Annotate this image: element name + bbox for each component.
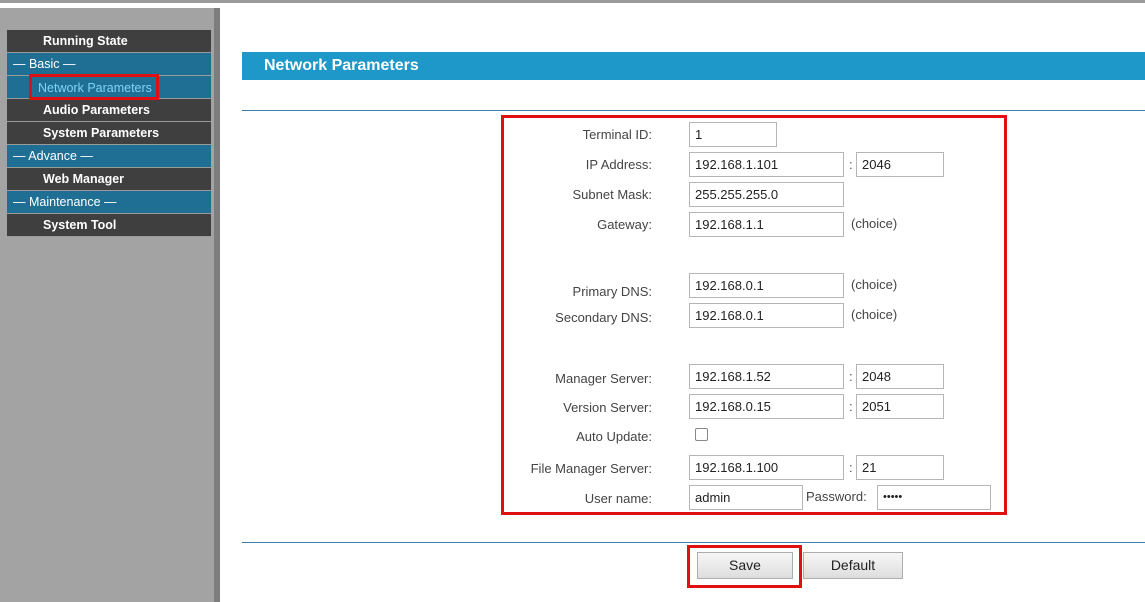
sidebar-section-maintenance: — Maintenance —: [7, 191, 211, 214]
sidebar-section-advance: — Advance —: [7, 145, 211, 168]
default-button[interactable]: Default: [803, 552, 903, 579]
version-server-label: Version Server:: [563, 400, 652, 415]
ip-port-input[interactable]: 2046: [856, 152, 944, 177]
active-item-highlight: Network Parameters: [29, 74, 159, 100]
sidebar-item-network-parameters[interactable]: Network Parameters: [7, 74, 211, 100]
password-label: Password:: [806, 489, 867, 504]
ip-address-label: IP Address:: [585, 157, 652, 172]
primary-dns-input[interactable]: 192.168.0.1: [689, 273, 844, 298]
user-name-input[interactable]: admin: [689, 485, 803, 510]
primary-dns-label: Primary DNS:: [572, 284, 652, 299]
secondary-dns-choice-note: (choice): [851, 307, 898, 322]
auto-update-checkbox[interactable]: [695, 428, 708, 441]
subnet-mask-input[interactable]: 255.255.255.0: [689, 182, 844, 207]
primary-dns-choice-note: (choice): [851, 277, 898, 292]
file-manager-port-input[interactable]: 21: [856, 455, 944, 480]
ip-address-input[interactable]: 192.168.1.101: [689, 152, 844, 177]
port-separator: :: [849, 157, 853, 172]
sidebar-divider: [214, 8, 220, 602]
manager-server-input[interactable]: 192.168.1.52: [689, 364, 844, 389]
gateway-input[interactable]: 192.168.1.1: [689, 212, 844, 237]
manager-server-port-input[interactable]: 2048: [856, 364, 944, 389]
secondary-dns-label: Secondary DNS:: [555, 310, 652, 325]
subnet-mask-label: Subnet Mask:: [572, 187, 653, 202]
manager-server-label: Manager Server:: [555, 371, 652, 386]
sidebar-item-running-state[interactable]: Running State: [7, 30, 211, 53]
version-server-input[interactable]: 192.168.0.15: [689, 394, 844, 419]
sidebar-item-system-tool[interactable]: System Tool: [7, 214, 211, 237]
sidebar-item-system-parameters[interactable]: System Parameters: [7, 122, 211, 145]
port-separator: :: [849, 460, 853, 475]
divider-bottom: [242, 542, 1145, 543]
sidebar-item-label: Network Parameters: [38, 81, 152, 95]
gateway-label: Gateway:: [597, 217, 652, 232]
page-title: Network Parameters: [242, 52, 1145, 80]
file-manager-server-input[interactable]: 192.168.1.100: [689, 455, 844, 480]
auto-update-label: Auto Update:: [576, 429, 652, 444]
secondary-dns-input[interactable]: 192.168.0.1: [689, 303, 844, 328]
terminal-id-input[interactable]: 1: [689, 122, 777, 147]
terminal-id-label: Terminal ID:: [582, 127, 652, 142]
sidebar-section-basic: — Basic —: [7, 53, 211, 76]
port-separator: :: [849, 399, 853, 414]
sidebar-item-audio-parameters[interactable]: Audio Parameters: [7, 99, 211, 122]
user-name-label: User name:: [584, 491, 652, 506]
port-separator: :: [849, 369, 853, 384]
file-manager-server-label: File Manager Server:: [530, 461, 652, 476]
password-input[interactable]: •••••: [877, 485, 991, 510]
divider-top: [242, 110, 1145, 111]
sidebar-item-web-manager[interactable]: Web Manager: [7, 168, 211, 191]
gateway-choice-note: (choice): [851, 216, 898, 231]
top-border: [0, 0, 1145, 8]
version-server-port-input[interactable]: 2051: [856, 394, 944, 419]
save-button[interactable]: Save: [697, 552, 793, 579]
sidebar-nav: Running State — Basic — Network Paramete…: [7, 30, 211, 237]
